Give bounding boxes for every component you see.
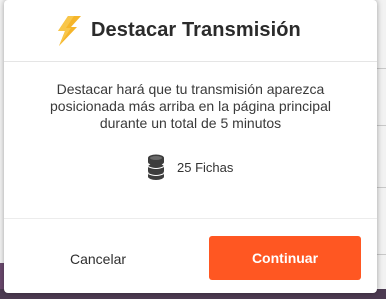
promote-stream-dialog: Destacar Transmisión Destacar hará que t… [4,0,377,293]
dialog-header: Destacar Transmisión [4,0,377,62]
continue-button[interactable]: Continuar [209,236,361,280]
dialog-description: Destacar hará que tu transmisión aparezc… [50,81,331,131]
coins-stack-icon [144,154,168,180]
cost-display: 25 Fichas [144,154,233,180]
dialog-title: Destacar Transmisión [91,19,301,41]
cancel-button[interactable]: Cancelar [45,240,151,278]
lightning-bolt-icon [55,16,81,46]
footer-divider [4,218,377,219]
cost-label: 25 Fichas [177,159,234,175]
